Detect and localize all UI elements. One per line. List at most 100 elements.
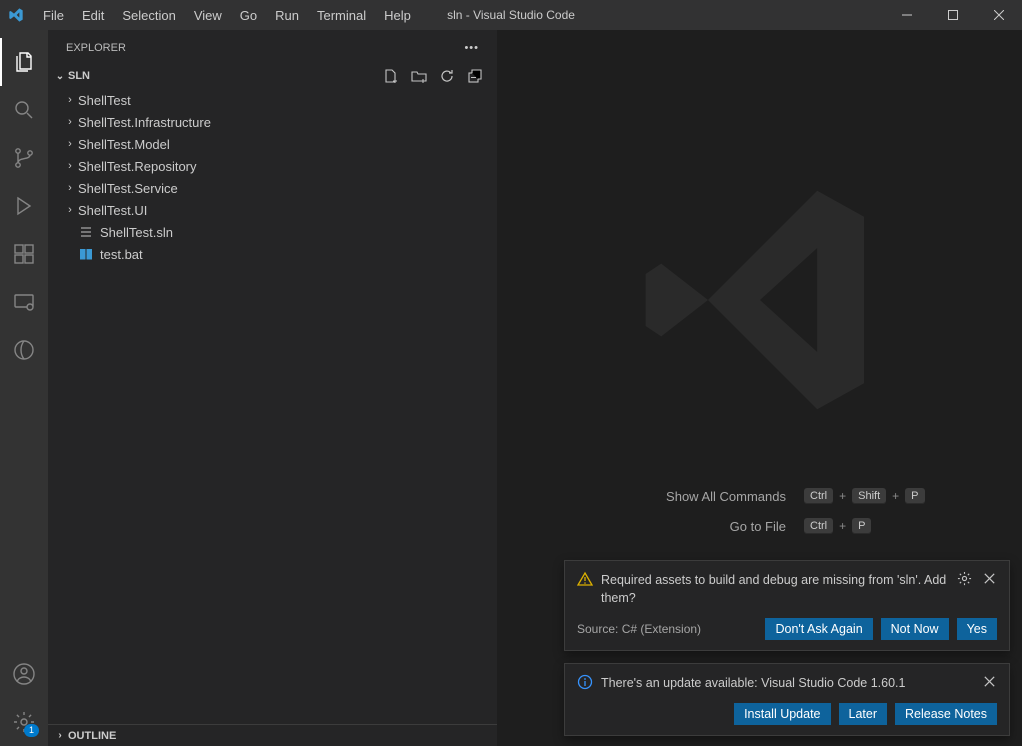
chevron-right-icon: › [62, 138, 78, 150]
more-icon[interactable]: ••• [464, 42, 479, 54]
notification-stack: Required assets to build and debug are m… [564, 560, 1010, 737]
folder-label: ShellTest.Repository [78, 159, 197, 174]
tree-file[interactable]: test.bat [48, 243, 497, 265]
settings-badge: 1 [24, 724, 39, 737]
notification-warning: Required assets to build and debug are m… [564, 560, 1010, 652]
account-icon [12, 662, 36, 686]
chevron-right-icon: › [62, 160, 78, 172]
chevron-right-icon: › [52, 730, 68, 741]
release-notes-button[interactable]: Release Notes [895, 703, 997, 725]
close-icon[interactable] [982, 674, 997, 692]
activity-extensions[interactable] [0, 230, 48, 278]
shortcut-keys: Ctrl + Shift + P [804, 488, 934, 504]
refresh-icon[interactable] [439, 68, 455, 84]
explorer-title: EXPLORER [66, 42, 126, 54]
tree-file[interactable]: ShellTest.sln [48, 221, 497, 243]
file-tree: ›ShellTest ›ShellTest.Infrastructure ›Sh… [48, 87, 497, 724]
later-button[interactable]: Later [839, 703, 888, 725]
tree-folder[interactable]: ›ShellTest [48, 89, 497, 111]
gear-icon[interactable] [957, 571, 972, 589]
close-icon[interactable] [982, 571, 997, 589]
explorer-header: EXPLORER ••• [48, 30, 497, 65]
plus-icon: + [839, 489, 846, 503]
extensions-icon [12, 242, 36, 266]
file-label: test.bat [100, 247, 143, 262]
menu-help[interactable]: Help [375, 8, 420, 23]
activity-accounts[interactable] [0, 650, 48, 698]
activity-source-control[interactable] [0, 134, 48, 182]
dont-ask-again-button[interactable]: Don't Ask Again [765, 618, 872, 640]
menu-file[interactable]: File [34, 8, 73, 23]
window-controls [884, 0, 1022, 30]
activity-run-debug[interactable] [0, 182, 48, 230]
key: Ctrl [804, 488, 833, 504]
remote-icon [12, 290, 36, 314]
activity-circle[interactable] [0, 326, 48, 374]
key: Shift [852, 488, 886, 504]
folder-label: ShellTest.Model [78, 137, 170, 152]
menu-terminal[interactable]: Terminal [308, 8, 375, 23]
welcome-shortcuts: Show All Commands Ctrl + Shift + P Go to… [498, 488, 1022, 548]
sln-file-icon [78, 224, 94, 240]
bat-file-icon [78, 246, 94, 262]
editor-area: Show All Commands Ctrl + Shift + P Go to… [498, 30, 1022, 746]
not-now-button[interactable]: Not Now [881, 618, 949, 640]
collapse-all-icon[interactable] [467, 68, 483, 84]
folder-section-header[interactable]: ⌄ SLN [48, 65, 497, 87]
yes-button[interactable]: Yes [957, 618, 997, 640]
info-icon [577, 674, 593, 693]
notification-info: There's an update available: Visual Stud… [564, 663, 1010, 736]
vscode-watermark-icon [630, 170, 890, 433]
circle-icon [12, 338, 36, 362]
files-icon [12, 50, 36, 74]
menu-view[interactable]: View [185, 8, 231, 23]
folder-section-name: SLN [68, 70, 90, 82]
shortcut-label: Show All Commands [586, 489, 786, 504]
tree-folder[interactable]: ›ShellTest.Model [48, 133, 497, 155]
outline-title: OUTLINE [68, 730, 116, 742]
activity-explorer[interactable] [0, 38, 48, 86]
explorer-sidebar: EXPLORER ••• ⌄ SLN ›ShellTest ›ShellTest… [48, 30, 498, 746]
activity-settings[interactable]: 1 [0, 698, 48, 746]
menu-selection[interactable]: Selection [113, 8, 184, 23]
search-icon [12, 98, 36, 122]
menu-bar: File Edit Selection View Go Run Terminal… [34, 8, 420, 23]
plus-icon: + [892, 489, 899, 503]
tree-folder[interactable]: ›ShellTest.UI [48, 199, 497, 221]
warning-icon [577, 571, 593, 590]
key: P [905, 488, 924, 504]
install-update-button[interactable]: Install Update [734, 703, 830, 725]
explorer-actions [383, 68, 493, 84]
branch-icon [12, 146, 36, 170]
tree-folder[interactable]: ›ShellTest.Infrastructure [48, 111, 497, 133]
menu-go[interactable]: Go [231, 8, 266, 23]
chevron-right-icon: › [62, 204, 78, 216]
shortcut-keys: Ctrl + P [804, 518, 934, 534]
key: P [852, 518, 871, 534]
outline-section-header[interactable]: › OUTLINE [48, 724, 497, 746]
activity-bar: 1 [0, 30, 48, 746]
new-file-icon[interactable] [383, 68, 399, 84]
tree-folder[interactable]: ›ShellTest.Service [48, 177, 497, 199]
play-bug-icon [12, 194, 36, 218]
notification-message: Required assets to build and debug are m… [601, 571, 949, 609]
close-button[interactable] [976, 0, 1022, 30]
activity-remote[interactable] [0, 278, 48, 326]
minimize-button[interactable] [884, 0, 930, 30]
new-folder-icon[interactable] [411, 68, 427, 84]
menu-edit[interactable]: Edit [73, 8, 113, 23]
folder-label: ShellTest.Service [78, 181, 178, 196]
maximize-button[interactable] [930, 0, 976, 30]
folder-label: ShellTest.UI [78, 203, 147, 218]
shortcut-row: Show All Commands Ctrl + Shift + P [498, 488, 1022, 504]
chevron-right-icon: › [62, 182, 78, 194]
chevron-right-icon: › [62, 94, 78, 106]
tree-folder[interactable]: ›ShellTest.Repository [48, 155, 497, 177]
menu-run[interactable]: Run [266, 8, 308, 23]
activity-search[interactable] [0, 86, 48, 134]
notification-message: There's an update available: Visual Stud… [601, 674, 974, 693]
plus-icon: + [839, 519, 846, 533]
chevron-right-icon: › [62, 116, 78, 128]
folder-label: ShellTest.Infrastructure [78, 115, 211, 130]
title-bar: File Edit Selection View Go Run Terminal… [0, 0, 1022, 30]
